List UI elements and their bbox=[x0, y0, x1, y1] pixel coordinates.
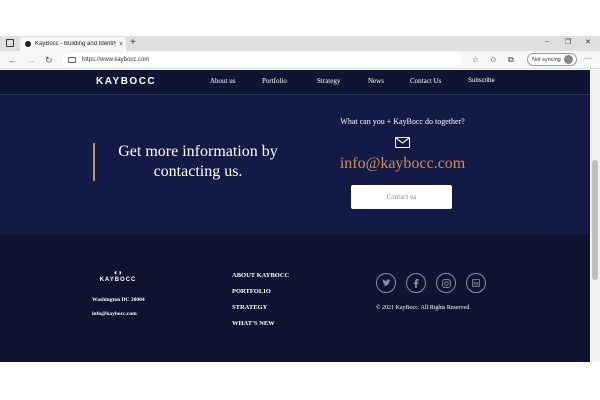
avatar-icon bbox=[563, 55, 573, 64]
footer-link-whats-new[interactable]: WHAT'S NEW bbox=[232, 320, 275, 327]
web-page: KAYBOCC About us Portfolio Strategy News… bbox=[0, 70, 590, 362]
contact-heading: Get more information by contacting us. bbox=[118, 143, 278, 180]
footer-logo-word: KAYBOCC bbox=[99, 277, 137, 283]
nav-portfolio[interactable]: Portfolio bbox=[262, 77, 287, 85]
close-window-button[interactable]: ✕ bbox=[585, 38, 591, 46]
lock-icon bbox=[68, 56, 76, 63]
contact-section: Get more information by contacting us. W… bbox=[0, 95, 590, 235]
linkedin-icon[interactable] bbox=[466, 273, 486, 293]
forward-button[interactable]: → bbox=[27, 54, 36, 66]
address-bar: ← → ↻ https://www.kaybocc.com ☆ ✩ ⧉ Not … bbox=[0, 51, 600, 69]
logo-mark-icon: ◖◗ bbox=[113, 268, 123, 277]
top-blank-area bbox=[0, 0, 600, 36]
read-aloud-icon[interactable]: ☆ bbox=[472, 54, 479, 66]
twitter-icon[interactable] bbox=[376, 273, 396, 293]
back-button[interactable]: ← bbox=[8, 54, 17, 66]
sync-label: Not syncing bbox=[532, 56, 561, 63]
mail-icon bbox=[395, 137, 410, 148]
site-logo[interactable]: KAYBOCC bbox=[96, 76, 156, 87]
nav-subscribe[interactable]: Subscribe bbox=[468, 78, 495, 84]
url-text: https://www.kaybocc.com bbox=[82, 56, 150, 63]
refresh-button[interactable]: ↻ bbox=[45, 54, 53, 66]
more-menu-icon[interactable]: ··· bbox=[584, 54, 592, 63]
contact-question: What can you + KayBocc do together? bbox=[340, 117, 465, 126]
instagram-icon[interactable] bbox=[436, 273, 456, 293]
collections-icon[interactable]: ⧉ bbox=[508, 54, 514, 66]
footer-link-strategy[interactable]: STRATEGY bbox=[232, 304, 267, 311]
browser-tab-bar: KayBocc - Building and Identifyi × + – ❐… bbox=[0, 36, 600, 51]
accent-bar bbox=[93, 143, 95, 181]
site-nav: KAYBOCC About us Portfolio Strategy News… bbox=[0, 70, 590, 95]
site-footer: ◖◗ KAYBOCC Washington DC 20004 info@kayb… bbox=[0, 235, 590, 362]
url-field[interactable]: https://www.kaybocc.com bbox=[62, 53, 462, 66]
footer-logo[interactable]: ◖◗ KAYBOCC bbox=[93, 268, 143, 284]
nav-news[interactable]: News bbox=[368, 77, 384, 85]
contact-us-button[interactable]: Contact us bbox=[351, 185, 452, 209]
footer-email[interactable]: info@kaybocc.com bbox=[92, 311, 137, 317]
favicon-icon bbox=[25, 41, 31, 47]
browser-tab[interactable]: KayBocc - Building and Identifyi × bbox=[20, 37, 126, 51]
window-menu-icon[interactable] bbox=[6, 39, 14, 47]
footer-address: Washington DC 20004 bbox=[92, 297, 145, 303]
contact-email[interactable]: info@kaybocc.com bbox=[310, 155, 495, 173]
favorites-icon[interactable]: ✩ bbox=[490, 54, 497, 66]
minimize-button[interactable]: – bbox=[545, 38, 549, 45]
scrollbar-thumb[interactable] bbox=[592, 160, 598, 280]
nav-strategy[interactable]: Strategy bbox=[317, 77, 340, 85]
maximize-button[interactable]: ❐ bbox=[565, 38, 571, 46]
new-tab-button[interactable]: + bbox=[130, 37, 136, 49]
footer-link-portfolio[interactable]: PORTFOLIO bbox=[232, 288, 271, 295]
footer-link-about[interactable]: ABOUT KAYBOCC bbox=[232, 272, 289, 279]
facebook-icon[interactable] bbox=[406, 273, 426, 293]
nav-about-us[interactable]: About us bbox=[210, 77, 235, 85]
copyright-text: © 2021 KayBocc. All Rights Reserved. bbox=[376, 305, 471, 311]
profile-sync-button[interactable]: Not syncing bbox=[527, 53, 577, 66]
tab-close-icon[interactable]: × bbox=[116, 41, 126, 48]
nav-contact-us[interactable]: Contact Us bbox=[410, 77, 441, 85]
tab-title: KayBocc - Building and Identifyi bbox=[35, 41, 116, 47]
